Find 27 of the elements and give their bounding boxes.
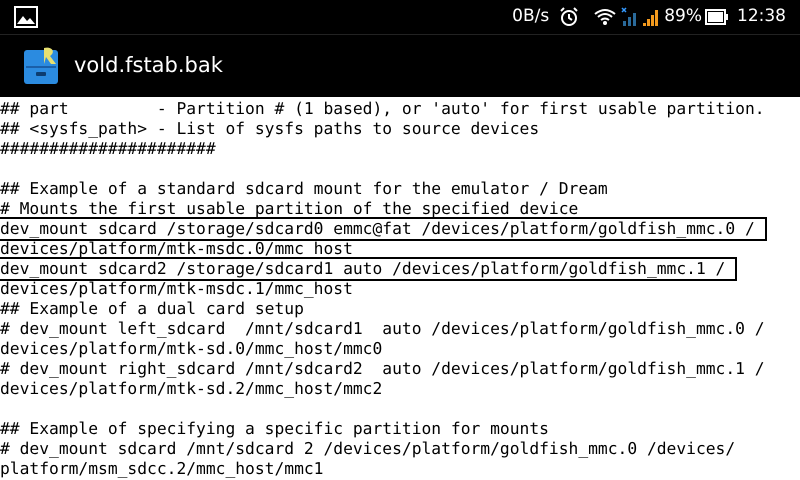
network-speed: 0B/s bbox=[512, 5, 550, 28]
battery-percentage: 89% bbox=[664, 5, 702, 28]
image-icon bbox=[14, 6, 38, 28]
code-line: # dev_mount left_sdcard /mnt/sdcard1 auto /devices/platform/goldfish_mmc.0 / bbox=[0, 319, 766, 339]
code-line: ## Example of a dual card setup bbox=[0, 299, 305, 319]
signal-icon bbox=[642, 7, 660, 27]
code-line: ## part - Partition # (1 based), or 'auto' for first usable partition. bbox=[0, 99, 766, 119]
code-line: dev_mount sdcard /storage/sdcard0 emmc@fat /devices/platform/goldfish_mmc.0 / bbox=[0, 219, 765, 239]
clock: 12:38 bbox=[737, 5, 786, 28]
wifi-icon bbox=[593, 8, 618, 26]
code-line: ## <sysfs_path> - List of sysfs paths to source devices bbox=[0, 119, 540, 139]
alarm-icon bbox=[559, 7, 580, 27]
code-line: dev_mount sdcard2 /storage/sdcard1 auto /devices/platform/goldfish_mmc.1 / bbox=[0, 259, 736, 279]
code-line: ## Example of specifying a specific partition for mounts bbox=[0, 419, 550, 439]
app-icon bbox=[22, 46, 60, 86]
code-line: # dev_mount right_sdcard /mnt/sdcard2 auto /devices/platform/goldfish_mmc.1 / bbox=[0, 359, 766, 379]
code-line: ###################### bbox=[0, 139, 217, 159]
code-line: devices/platform/mtk-sd.2/mmc_host/mmc2 bbox=[0, 379, 384, 399]
code-line: ## Example of a standard sdcard mount for the emulator / Dream bbox=[0, 179, 609, 199]
code-line: devices/platform/mtk-msdc.1/mmc_host bbox=[0, 279, 354, 299]
code-line: # Mounts the first usable partition of the specified device bbox=[0, 199, 580, 219]
code-line: # dev_mount sdcard /mnt/sdcard 2 /devices/platform/goldfish_mmc.0 /devices/ bbox=[0, 439, 736, 459]
code-line: devices/platform/mtk-msdc.0/mmc_host bbox=[0, 239, 354, 259]
code-line: devices/platform/mtk-sd.0/mmc_host/mmc0 bbox=[0, 339, 384, 359]
code-line: platform/msm_sdcc.2/mmc_host/mmc1 bbox=[0, 459, 324, 479]
battery-icon bbox=[705, 9, 729, 25]
file-title: vold.fstab.bak bbox=[74, 52, 223, 80]
